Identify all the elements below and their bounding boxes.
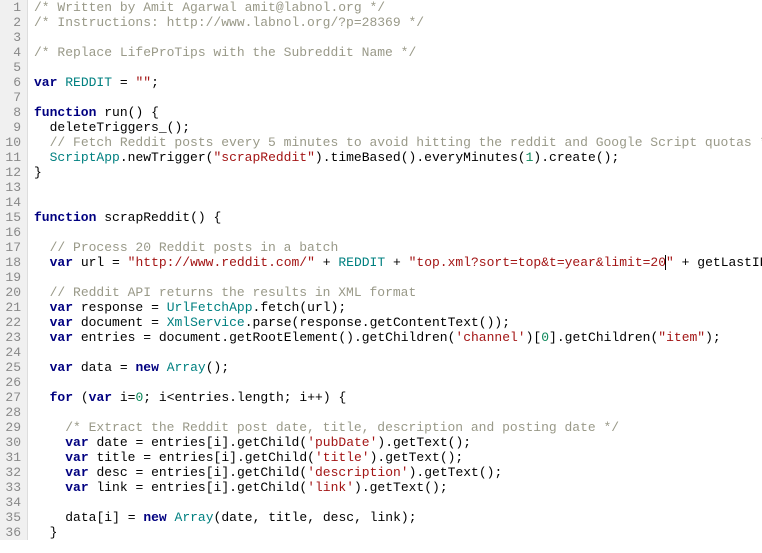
line-number: 25 — [4, 360, 21, 375]
line-number: 29 — [4, 420, 21, 435]
line-number: 26 — [4, 375, 21, 390]
line-number: 24 — [4, 345, 21, 360]
line-gutter: 1234567891011121314151617181920212223242… — [0, 0, 28, 540]
line-number: 21 — [4, 300, 21, 315]
line-number: 28 — [4, 405, 21, 420]
code-line[interactable]: ScriptApp.newTrigger("scrapReddit").time… — [34, 150, 762, 165]
code-line[interactable]: } — [34, 525, 762, 540]
code-line[interactable]: function run() { — [34, 105, 762, 120]
line-number: 7 — [4, 90, 21, 105]
line-number: 16 — [4, 225, 21, 240]
line-number: 33 — [4, 480, 21, 495]
code-line[interactable]: function scrapReddit() { — [34, 210, 762, 225]
code-line[interactable]: /* Instructions: http://www.labnol.org/?… — [34, 15, 762, 30]
line-number: 14 — [4, 195, 21, 210]
code-line[interactable]: // Reddit API returns the results in XML… — [34, 285, 762, 300]
code-line[interactable] — [34, 495, 762, 510]
code-line[interactable]: var link = entries[i].getChild('link').g… — [34, 480, 762, 495]
line-number: 15 — [4, 210, 21, 225]
code-line[interactable]: // Process 20 Reddit posts in a batch — [34, 240, 762, 255]
code-line[interactable]: var date = entries[i].getChild('pubDate'… — [34, 435, 762, 450]
line-number: 2 — [4, 15, 21, 30]
line-number: 27 — [4, 390, 21, 405]
code-line[interactable]: deleteTriggers_(); — [34, 120, 762, 135]
code-line[interactable]: var REDDIT = ""; — [34, 75, 762, 90]
code-line[interactable]: var entries = document.getRootElement().… — [34, 330, 762, 345]
code-line[interactable] — [34, 195, 762, 210]
code-line[interactable]: /* Extract the Reddit post date, title, … — [34, 420, 762, 435]
code-line[interactable]: var data = new Array(); — [34, 360, 762, 375]
code-line[interactable]: var desc = entries[i].getChild('descript… — [34, 465, 762, 480]
code-line[interactable]: var response = UrlFetchApp.fetch(url); — [34, 300, 762, 315]
code-line[interactable]: for (var i=0; i<entries.length; i++) { — [34, 390, 762, 405]
code-line[interactable] — [34, 60, 762, 75]
line-number: 12 — [4, 165, 21, 180]
line-number: 34 — [4, 495, 21, 510]
line-number: 22 — [4, 315, 21, 330]
line-number: 6 — [4, 75, 21, 90]
line-number: 1 — [4, 0, 21, 15]
line-number: 30 — [4, 435, 21, 450]
line-number: 32 — [4, 465, 21, 480]
code-line[interactable] — [34, 90, 762, 105]
line-number: 13 — [4, 180, 21, 195]
line-number: 4 — [4, 45, 21, 60]
code-line[interactable] — [34, 375, 762, 390]
code-line[interactable] — [34, 225, 762, 240]
code-line[interactable]: var document = XmlService.parse(response… — [34, 315, 762, 330]
line-number: 31 — [4, 450, 21, 465]
code-line[interactable] — [34, 270, 762, 285]
line-number: 20 — [4, 285, 21, 300]
line-number: 8 — [4, 105, 21, 120]
code-line[interactable] — [34, 405, 762, 420]
line-number: 10 — [4, 135, 21, 150]
code-line[interactable]: data[i] = new Array(date, title, desc, l… — [34, 510, 762, 525]
code-line[interactable] — [34, 180, 762, 195]
code-line[interactable]: // Fetch Reddit posts every 5 minutes to… — [34, 135, 762, 150]
line-number: 23 — [4, 330, 21, 345]
line-number: 19 — [4, 270, 21, 285]
line-number: 5 — [4, 60, 21, 75]
code-line[interactable] — [34, 30, 762, 45]
line-number: 3 — [4, 30, 21, 45]
code-editor[interactable]: /* Written by Amit Agarwal amit@labnol.o… — [28, 0, 762, 540]
line-number: 9 — [4, 120, 21, 135]
code-line[interactable]: } — [34, 165, 762, 180]
code-line[interactable]: var title = entries[i].getChild('title')… — [34, 450, 762, 465]
code-line[interactable] — [34, 345, 762, 360]
code-line[interactable]: /* Written by Amit Agarwal amit@labnol.o… — [34, 0, 762, 15]
line-number: 36 — [4, 525, 21, 540]
line-number: 18 — [4, 255, 21, 270]
line-number: 35 — [4, 510, 21, 525]
line-number: 11 — [4, 150, 21, 165]
code-line[interactable]: var url = "http://www.reddit.com/" + RED… — [34, 255, 762, 270]
line-number: 17 — [4, 240, 21, 255]
code-line[interactable]: /* Replace LifeProTips with the Subreddi… — [34, 45, 762, 60]
